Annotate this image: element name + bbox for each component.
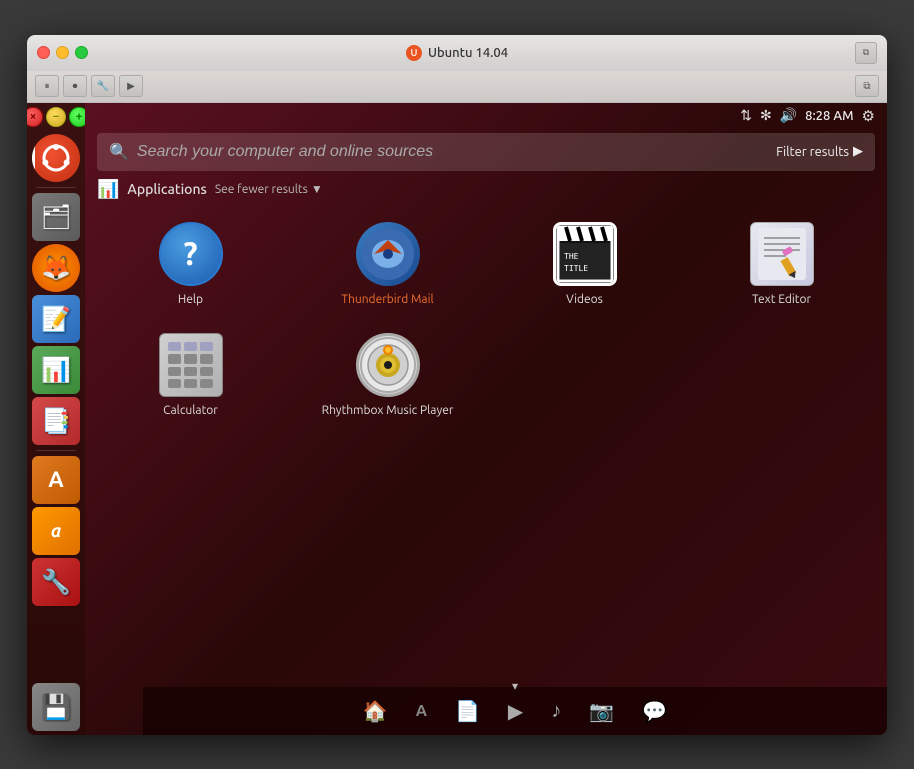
app-item-videos[interactable]: THE TITLE Videos — [491, 214, 678, 316]
app-item-thunderbird[interactable]: Thunderbird Mail — [294, 214, 481, 316]
search-bar: 🔍 Filter results ▶ — [97, 133, 875, 171]
dock-social-icon[interactable]: 💬 — [642, 699, 667, 723]
dock-photo-icon[interactable]: 📷 — [589, 699, 614, 723]
ubuntu-logo: U — [406, 45, 422, 61]
sidebar-item-firefox[interactable]: 🦊 — [32, 244, 80, 292]
impress-icon: 📑 — [41, 407, 71, 435]
play-button[interactable]: ▶ — [119, 75, 143, 97]
dock-music-icon[interactable]: ♪ — [551, 698, 561, 723]
sidebar-item-floppy[interactable]: 💾 — [32, 683, 80, 731]
titlebar-right-controls: ⧉ — [855, 42, 877, 64]
app-item-help[interactable]: ? Help — [97, 214, 284, 316]
sidebar-close-dot[interactable]: × — [27, 107, 43, 127]
floppy-icon: 💾 — [41, 693, 71, 721]
minimize-button[interactable] — [56, 46, 69, 59]
sidebar-dots: × − + — [27, 107, 89, 127]
sidebar-item-amazon[interactable]: a — [32, 507, 80, 555]
sidebar-item-appstore[interactable]: A — [32, 456, 80, 504]
bottom-dock: ▾ 🏠 A 📄 ▶ ♪ 📷 💬 — [143, 687, 887, 735]
close-button[interactable] — [37, 46, 50, 59]
calc-icon: 📊 — [41, 356, 71, 384]
texteditor-label: Text Editor — [752, 292, 811, 308]
sidebar-item-writer[interactable]: 📝 — [32, 295, 80, 343]
files-icon: 🗂 — [41, 203, 71, 231]
wrench-button[interactable]: 🔧 — [91, 75, 115, 97]
rhythmbox-icon — [356, 333, 420, 397]
sidebar-sep-1 — [36, 187, 76, 188]
videos-icon: THE TITLE — [553, 222, 617, 286]
record-button[interactable]: ⏺ — [63, 75, 87, 97]
sidebar-item-ubuntu[interactable] — [32, 134, 80, 182]
dock-video-icon[interactable]: ▶ — [508, 699, 523, 723]
pause-button[interactable]: ⏸ — [35, 75, 59, 97]
calculator-icon — [159, 333, 223, 397]
gear-icon[interactable]: ⚙ — [862, 107, 875, 125]
search-input[interactable] — [137, 143, 776, 161]
thunderbird-icon — [356, 222, 420, 286]
amazon-icon: a — [51, 521, 62, 541]
svg-text:THE: THE — [564, 252, 579, 261]
firefox-icon: 🦊 — [41, 254, 71, 282]
rhythmbox-label: Rhythmbox Music Player — [322, 403, 454, 419]
search-icon: 🔍 — [109, 142, 129, 161]
sidebar: × − + 🗂 🦊 — [27, 103, 85, 735]
section-title: Applications — [127, 181, 206, 197]
sidebar-item-impress[interactable]: 📑 — [32, 397, 80, 445]
svg-text:TITLE: TITLE — [564, 264, 588, 273]
section-header: 📊 Applications See fewer results ▼ — [85, 171, 887, 204]
apps-grid: ? Help Thunderbird Mail — [85, 204, 887, 437]
dock-files-icon[interactable]: 📄 — [455, 699, 480, 723]
calculator-label: Calculator — [163, 403, 218, 419]
dock-apps-icon[interactable]: A — [416, 702, 427, 720]
dock-arrow: ▾ — [512, 679, 518, 693]
thunderbird-label: Thunderbird Mail — [341, 292, 433, 308]
sidebar-min-dot[interactable]: − — [46, 107, 66, 127]
maximize-button[interactable] — [75, 46, 88, 59]
writer-icon: 📝 — [41, 305, 71, 333]
app-item-calculator[interactable]: Calculator — [97, 325, 284, 427]
sidebar-item-calc[interactable]: 📊 — [32, 346, 80, 394]
texteditor-icon — [750, 222, 814, 286]
system-tray: ⇅ ✻ 🔊 8:28 AM ⚙ — [740, 107, 875, 125]
system-icon: 🔧 — [41, 568, 71, 596]
sort-icon: ⇅ — [740, 107, 752, 124]
app-item-texteditor[interactable]: Text Editor — [688, 214, 875, 316]
see-fewer-button[interactable]: See fewer results ▼ — [215, 182, 323, 196]
bluetooth-icon: ✻ — [760, 107, 772, 124]
dock-home-icon[interactable]: 🏠 — [363, 699, 388, 723]
clock: 8:28 AM — [805, 109, 853, 123]
help-icon: ? — [159, 222, 223, 286]
filter-results-button[interactable]: Filter results ▶ — [776, 144, 863, 159]
sidebar-item-system[interactable]: 🔧 — [32, 558, 80, 606]
ubuntu-icon — [41, 143, 71, 173]
top-overlay: ⇅ ✻ 🔊 8:28 AM ⚙ — [85, 103, 887, 129]
main-window: U Ubuntu 14.04 ⧉ ⏸ ⏺ 🔧 ▶ ⧉ × — [27, 35, 887, 735]
help-label: Help — [178, 292, 203, 308]
window-title: U Ubuntu 14.04 — [406, 45, 508, 61]
sidebar-item-files[interactable]: 🗂 — [32, 193, 80, 241]
main-content: × − + 🗂 🦊 — [27, 103, 887, 735]
volume-icon: 🔊 — [780, 107, 797, 124]
titlebar: U Ubuntu 14.04 ⧉ — [27, 35, 887, 71]
restore2-button[interactable]: ⧉ — [855, 75, 879, 97]
section-bars-icon: 📊 — [97, 179, 119, 200]
content-panel: ⇅ ✻ 🔊 8:28 AM ⚙ 🔍 Filter results ▶ 📊 — [85, 103, 887, 735]
window-controls-bar: ⏸ ⏺ 🔧 ▶ ⧉ — [27, 71, 887, 103]
videos-label: Videos — [566, 292, 603, 308]
app-item-rhythmbox[interactable]: Rhythmbox Music Player — [294, 325, 481, 427]
restore-button[interactable]: ⧉ — [855, 42, 877, 64]
sidebar-sep-2 — [36, 450, 76, 451]
appstore-icon: A — [48, 467, 63, 492]
titlebar-buttons — [37, 46, 88, 59]
